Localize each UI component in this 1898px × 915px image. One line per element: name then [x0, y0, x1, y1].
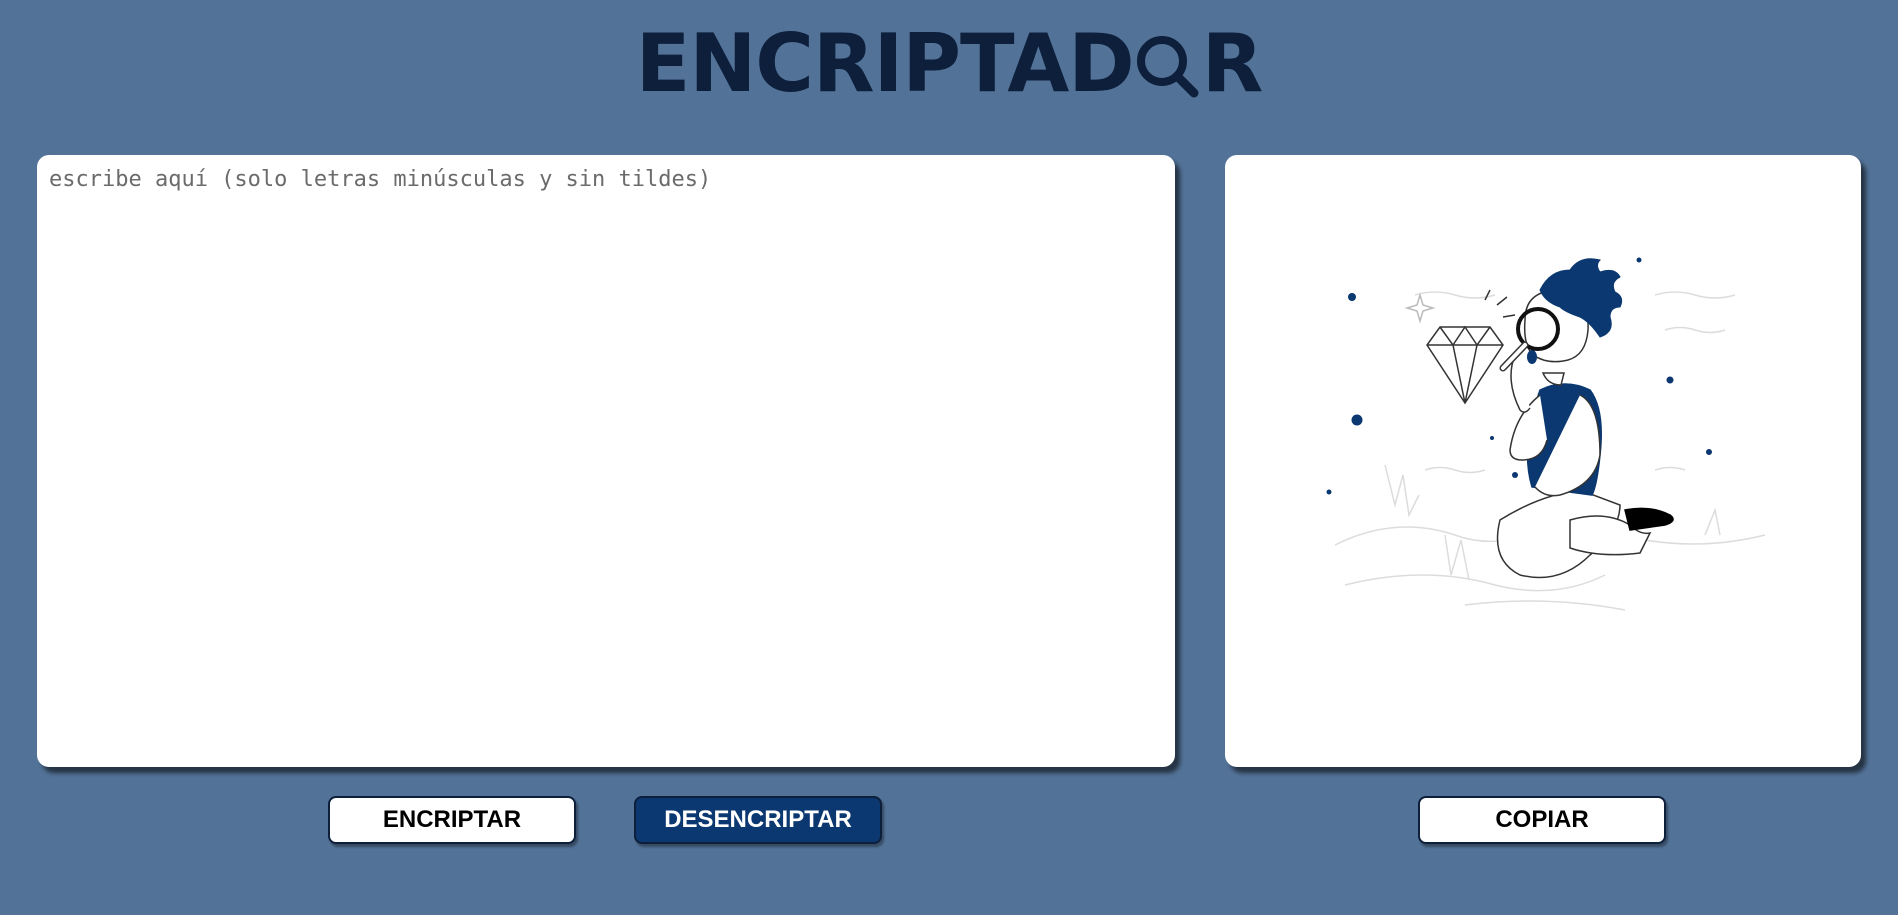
detective-illustration [1326, 257, 1766, 611]
input-panel [37, 155, 1175, 767]
message-input[interactable] [37, 155, 1175, 767]
output-panel [1225, 155, 1861, 767]
title-text-end: R [1201, 17, 1264, 110]
encrypt-button[interactable]: ENCRIPTAR [328, 796, 576, 844]
copy-button[interactable]: COPIAR [1418, 796, 1666, 844]
decrypt-button[interactable]: DESENCRIPTAR [634, 796, 882, 844]
title-text-start: ENCRIPTAD [635, 17, 1135, 110]
magnifier-icon [1136, 36, 1199, 98]
page-title: ENCRIPTAD R [0, 16, 1898, 112]
